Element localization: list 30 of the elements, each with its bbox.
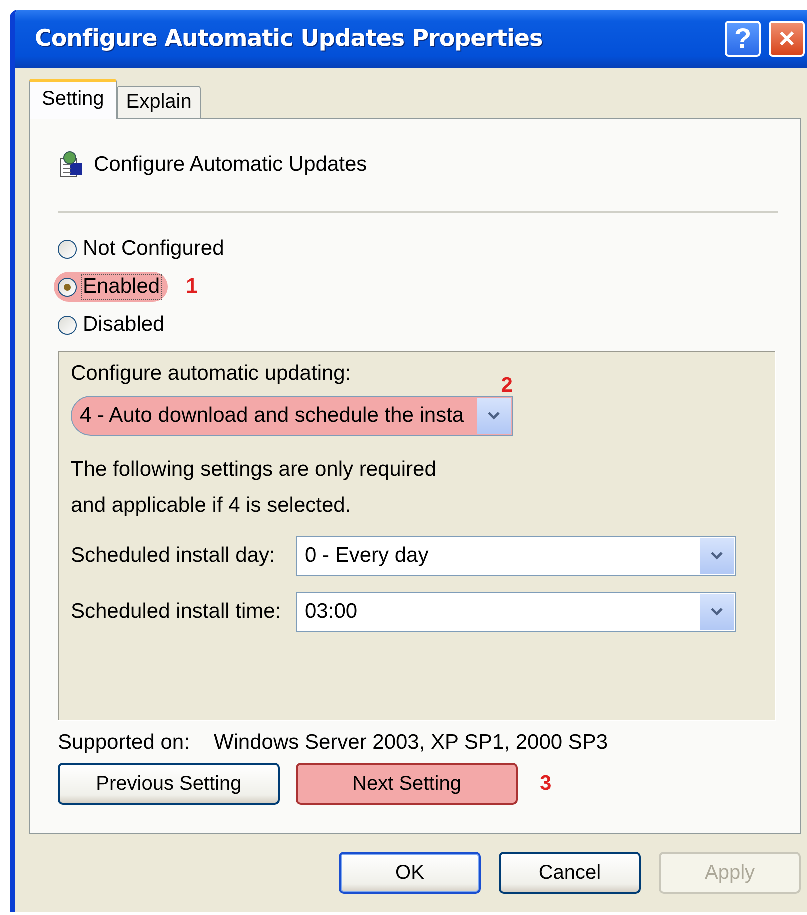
nav-button[interactable]: Next Setting: [296, 763, 518, 805]
tab[interactable]: Setting: [29, 79, 118, 119]
radio-option[interactable]: Enabled: [54, 272, 168, 302]
dropdown[interactable]: 4 - Auto download and schedule the insta: [71, 396, 513, 436]
radio-button[interactable]: [58, 316, 77, 334]
field-label: Configure automatic updating:: [71, 362, 352, 386]
dialog-button[interactable]: OK: [339, 852, 481, 894]
caret-icon: [711, 552, 723, 560]
radio-button[interactable]: [58, 278, 77, 296]
radio-option[interactable]: Not Configured: [54, 234, 232, 264]
dropdown[interactable]: 0 - Every day: [296, 536, 736, 576]
supported-label: Supported on:: [58, 731, 190, 755]
radio-option[interactable]: Disabled: [54, 310, 173, 340]
note-text: and applicable if 4 is selected.: [71, 493, 352, 519]
field-label: Scheduled install day:: [71, 544, 276, 568]
field-label: Scheduled install time:: [71, 600, 282, 624]
annotation-number: 3: [540, 772, 552, 796]
dropdown[interactable]: 03:00: [296, 592, 736, 632]
annotation-number: 1: [186, 275, 198, 299]
window-title: Configure Automatic Updates Properties: [35, 26, 544, 52]
policy-name: Configure Automatic Updates: [94, 153, 368, 177]
caret-icon: [488, 412, 500, 420]
caret-icon: [711, 608, 723, 616]
tab[interactable]: Explain: [117, 86, 201, 118]
radio-button[interactable]: [58, 240, 77, 258]
dialog-button[interactable]: Cancel: [499, 852, 641, 894]
note-text: The following settings are only required: [71, 457, 438, 483]
annotation-number: 2: [501, 374, 513, 398]
nav-button[interactable]: Previous Setting: [58, 763, 280, 805]
supported-value: Windows Server 2003, XP SP1, 2000 SP3: [214, 731, 608, 755]
